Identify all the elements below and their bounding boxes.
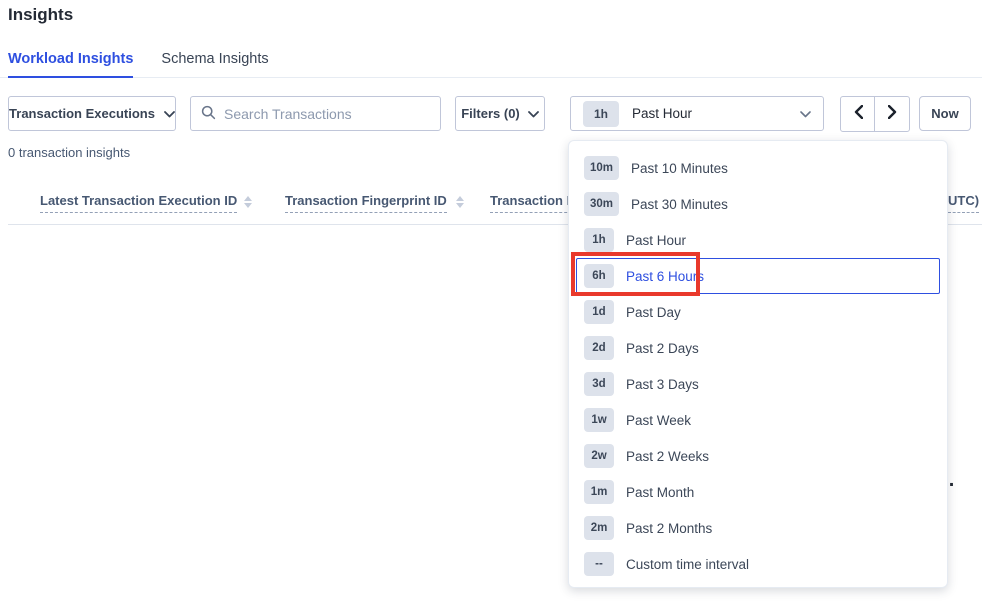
chevron-down-icon [528,106,539,121]
time-option-past-day[interactable]: 1d Past Day [576,294,940,330]
search-input[interactable] [224,106,430,122]
tab-label: Schema Insights [161,51,268,67]
time-option-badge: 2w [584,444,614,468]
now-label: Now [931,106,958,121]
time-option-badge: -- [584,552,614,576]
chevron-down-icon [164,106,175,121]
search-icon [201,105,216,123]
time-option-past-2-weeks[interactable]: 2w Past 2 Weeks [576,438,940,474]
filters-label: Filters (0) [461,106,520,121]
time-option-badge: 30m [584,192,619,216]
transaction-type-select[interactable]: Transaction Executions [8,96,176,131]
time-option-badge: 1w [584,408,614,432]
time-option-badge: 2m [584,516,614,540]
time-option-past-2-days[interactable]: 2d Past 2 Days [576,330,940,366]
next-interval-button[interactable] [874,96,910,132]
chevron-down-icon [800,106,811,121]
chevron-left-icon [854,105,863,124]
time-dropdown-panel: 10m Past 10 Minutes 30m Past 30 Minutes … [568,140,948,588]
type-select-label: Transaction Executions [9,106,155,121]
sort-icon[interactable] [455,196,464,208]
time-option-badge: 2d [584,336,614,360]
time-option-badge: 1h [584,228,614,252]
tab-schema-insights[interactable]: Schema Insights [161,42,268,78]
time-option-past-2-months[interactable]: 2m Past 2 Months [576,510,940,546]
tabs-bar: Workload Insights Schema Insights [0,42,982,78]
sort-asc-icon [456,196,464,201]
column-header-transaction-fingerprint-id[interactable]: Transaction Fingerprint ID [285,193,447,213]
page-title: Insights [8,5,73,25]
sort-desc-icon [456,203,464,208]
prev-interval-button[interactable] [840,96,876,132]
time-option-badge: 10m [584,156,619,180]
sort-asc-icon [244,196,252,201]
time-interval-picker[interactable]: 1h Past Hour [570,96,824,131]
time-option-past-10-minutes[interactable]: 10m Past 10 Minutes [576,150,940,186]
time-interval-label: Past Hour [632,106,692,121]
tab-label: Workload Insights [8,51,133,67]
chevron-right-icon [888,105,897,124]
time-option-past-3-days[interactable]: 3d Past 3 Days [576,366,940,402]
tab-workload-insights[interactable]: Workload Insights [8,42,133,78]
time-option-past-6-hours[interactable]: 6h Past 6 Hours [576,258,940,294]
column-header-latest-transaction-execution-id[interactable]: Latest Transaction Execution ID [40,193,237,213]
sort-icon[interactable] [243,196,252,208]
time-option-past-week[interactable]: 1w Past Week [576,402,940,438]
time-option-past-hour[interactable]: 1h Past Hour [576,222,940,258]
insights-count: 0 transaction insights [8,145,130,160]
column-header-start-time-utc[interactable]: UTC) [948,193,979,213]
now-button[interactable]: Now [919,96,971,131]
time-option-badge: 3d [584,372,614,396]
time-option-badge: 1m [584,480,614,504]
insights-page: Insights Workload Insights Schema Insigh… [0,0,982,605]
time-option-badge: 1d [584,300,614,324]
time-option-badge: 6h [584,264,614,288]
time-option-past-month[interactable]: 1m Past Month [576,474,940,510]
time-option-custom-interval[interactable]: -- Custom time interval [576,546,940,582]
search-box [190,96,441,131]
time-interval-badge: 1h [583,101,619,127]
sort-desc-icon [244,203,252,208]
filters-button[interactable]: Filters (0) [455,96,545,131]
time-option-past-30-minutes[interactable]: 30m Past 30 Minutes [576,186,940,222]
